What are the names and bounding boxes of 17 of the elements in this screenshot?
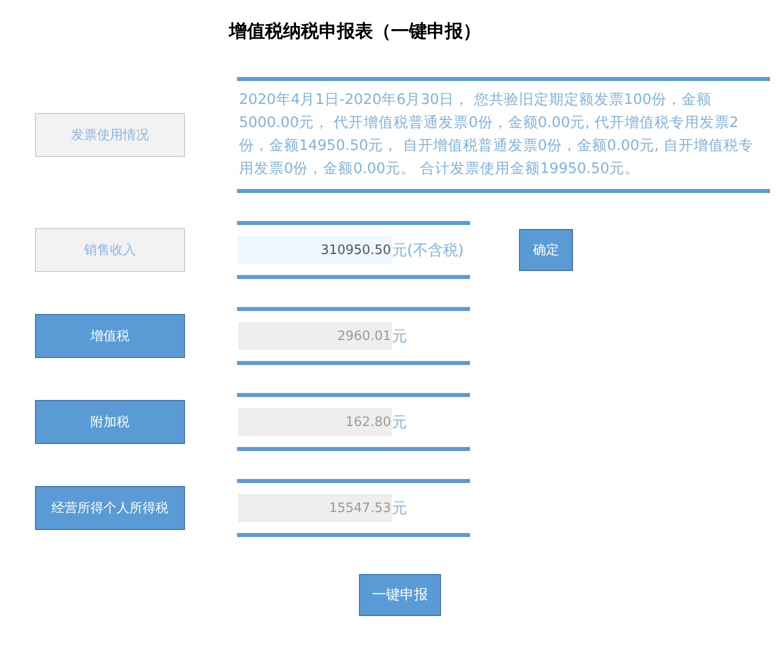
amount-field[interactable]: 162.80 bbox=[238, 408, 392, 436]
submit-button[interactable]: 一键申报 bbox=[359, 574, 441, 616]
unit-label: 元 bbox=[392, 326, 407, 346]
unit-label: 元 bbox=[392, 498, 407, 518]
form-title: 增值税纳税申报表（一键申报） bbox=[228, 20, 482, 44]
section-button[interactable]: 经营所得个人所得税 bbox=[35, 486, 185, 530]
amount-field[interactable]: 310950.50 bbox=[238, 236, 392, 264]
unit-label: 元 bbox=[392, 412, 407, 432]
section-button[interactable]: 发票使用情况 bbox=[35, 113, 185, 157]
amount-field[interactable]: 2960.01 bbox=[238, 322, 392, 350]
section-button[interactable]: 销售收入 bbox=[35, 228, 185, 272]
confirm-button[interactable]: 确定 bbox=[519, 229, 573, 271]
invoice-summary: 2020年4月1日-2020年6月30日， 您共验旧定期定额发票100份，金额5000.00元， 代开增值税普通发票0份，金额0.00元, 代开增值税专用发票2份，金额14950.50元， 自开增值税普通发票0份，金额0.00元, 自开增值税专用发票0份，金额0.00元。 合计发票使用金额19950.50元。 bbox=[239, 90, 755, 179]
unit-label: 元(不含税) bbox=[392, 240, 464, 260]
section-button[interactable]: 增值税 bbox=[35, 314, 185, 358]
amount-field[interactable]: 15547.53 bbox=[238, 494, 392, 522]
section-button[interactable]: 附加税 bbox=[35, 400, 185, 444]
